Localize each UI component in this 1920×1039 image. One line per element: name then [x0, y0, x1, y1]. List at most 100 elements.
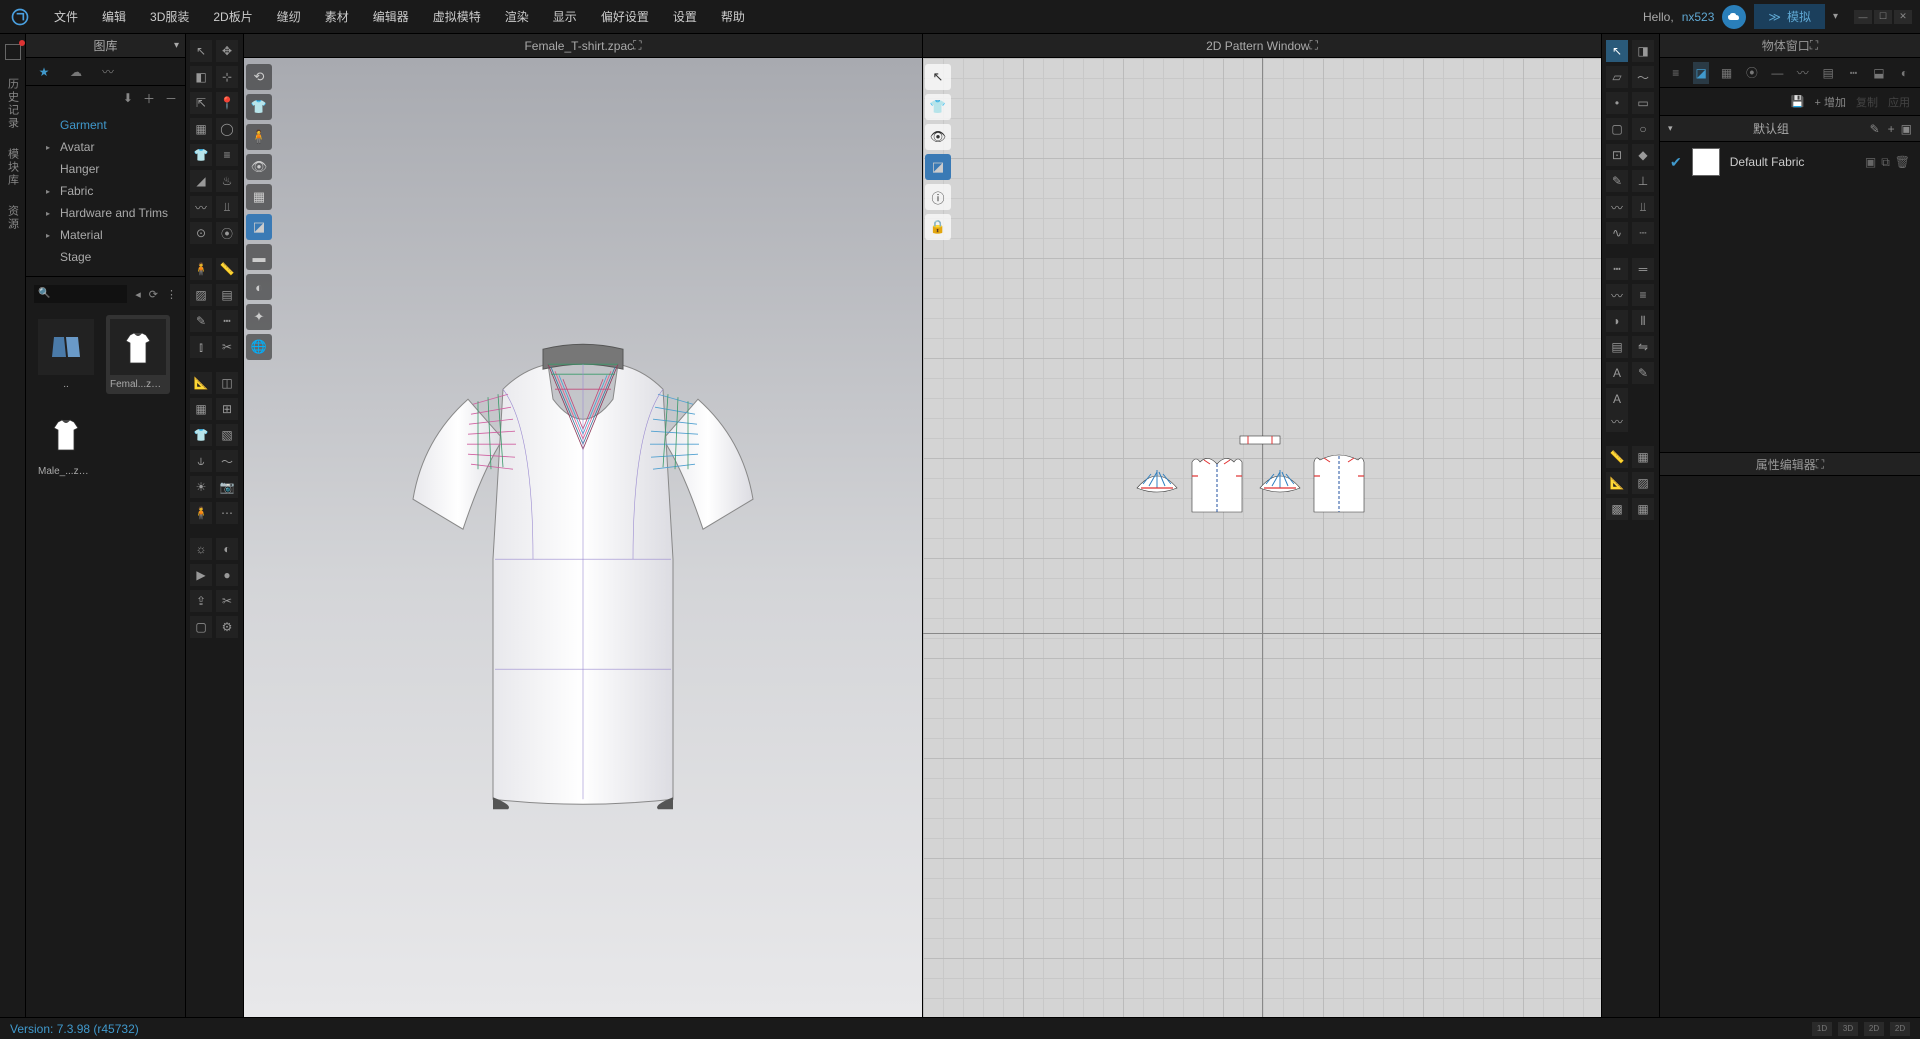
tool2d-text[interactable]: A — [1606, 362, 1628, 384]
tool-wind[interactable]: 〜 — [216, 450, 238, 472]
menu-file[interactable]: 文件 — [44, 4, 88, 29]
tool2d-circle[interactable]: ○ — [1632, 118, 1654, 140]
simulate-dropdown[interactable]: ▾ — [1833, 11, 1838, 22]
menu-sewing[interactable]: 缝纫 — [267, 4, 311, 29]
library-tab-wave[interactable]: 〰 — [98, 62, 118, 82]
vp3d-tool-render-style[interactable]: ◐ — [246, 274, 272, 300]
tool-gizmo[interactable]: ⊹ — [216, 66, 238, 88]
tool-trim[interactable]: ✂ — [216, 336, 238, 358]
menu-settings[interactable]: 设置 — [663, 4, 707, 29]
obj-tab-topstitch[interactable]: ┅ — [1846, 62, 1861, 84]
tool2d-trace[interactable]: ✎ — [1606, 170, 1628, 192]
app-logo[interactable] — [8, 5, 32, 29]
menu-material[interactable]: 素材 — [315, 4, 359, 29]
tool-texture[interactable]: ▨ — [190, 284, 212, 306]
tool-uv[interactable]: ▢ — [190, 616, 212, 638]
tool-pin[interactable]: 📍 — [216, 92, 238, 114]
status-btn-3d[interactable]: 3D — [1838, 1022, 1858, 1036]
vp3d-tool-show[interactable]: 👁 — [246, 154, 272, 180]
check-icon[interactable]: ✔ — [1670, 154, 1682, 171]
tool-more[interactable]: ⋯ — [216, 502, 238, 524]
tool-fold[interactable]: ◢ — [190, 170, 212, 192]
tool2d-pleats[interactable]: ⫴ — [1632, 310, 1654, 332]
tool-button[interactable]: ⦿ — [216, 222, 238, 244]
tool-seam[interactable]: ⫫ — [216, 196, 238, 218]
tool2d-topstitch[interactable]: ┅ — [1606, 258, 1628, 280]
tool-record[interactable]: ● — [216, 564, 238, 586]
obj-tab-stitch[interactable]: — — [1770, 62, 1785, 84]
vp2d-tool-pattern[interactable]: 👕 — [925, 94, 951, 120]
vp3d-tool-hq[interactable]: ✦ — [246, 304, 272, 330]
rail-history[interactable]: 历史记录 — [5, 78, 21, 130]
tool-topstitch[interactable]: ┅ — [216, 310, 238, 332]
tool-light[interactable]: ☀ — [190, 476, 212, 498]
tool2d-rectangle[interactable]: ▢ — [1606, 118, 1628, 140]
tool-grade[interactable]: ⊞ — [216, 398, 238, 420]
tool2d-dart[interactable]: ◆ — [1632, 144, 1654, 166]
menu-render[interactable]: 渲染 — [495, 4, 539, 29]
menu-avatar[interactable]: 虚拟模特 — [423, 4, 491, 29]
vp3d-tool-shade[interactable]: ◪ — [246, 214, 272, 240]
tool2d-symmetry[interactable]: ⇋ — [1632, 336, 1654, 358]
tool-arrange[interactable]: ◧ — [190, 66, 212, 88]
tool-layer[interactable]: ≡ — [216, 144, 238, 166]
tool2d-segment-sew[interactable]: ┄ — [1632, 222, 1654, 244]
tool-sew[interactable]: 〰 — [190, 196, 212, 218]
tool-garment[interactable]: 👕 — [190, 144, 212, 166]
library-back-icon[interactable]: ◂ — [135, 288, 141, 301]
fabric-copy-icon[interactable]: ⧉ — [1881, 155, 1890, 170]
fabric-delete-icon[interactable]: 🗑 — [1895, 155, 1910, 170]
viewport-2d-body[interactable]: ↖ 👕 👁 ◪ ⓘ 🔒 — [923, 58, 1601, 1017]
tree-hardware[interactable]: ▸Hardware and Trims — [26, 202, 185, 224]
tool2d-texture[interactable]: ▩ — [1606, 498, 1628, 520]
group-folder-icon[interactable]: ▣ — [1901, 122, 1912, 136]
tool2d-polygon[interactable]: ▭ — [1632, 92, 1654, 114]
tool-avatar-pose[interactable]: 🧍 — [190, 258, 212, 280]
vp2d-tool-info[interactable]: ⓘ — [925, 184, 951, 210]
tool2d-rule[interactable]: 📐 — [1606, 472, 1628, 494]
library-add-icon[interactable]: ＋ — [143, 90, 155, 107]
vp3d-tool-globe[interactable]: 🌐 — [246, 334, 272, 360]
library-collapse-icon[interactable]: ▾ — [174, 40, 179, 51]
tool-ruler[interactable]: 📐 — [190, 372, 212, 394]
tool-export[interactable]: ⇪ — [190, 590, 212, 612]
tool2d-seamtape[interactable]: ═ — [1632, 258, 1654, 280]
property-panel-maximize-icon[interactable]: ⛶ — [1816, 457, 1824, 472]
tool-steam[interactable]: ♨ — [216, 170, 238, 192]
maximize-button[interactable]: ☐ — [1874, 10, 1892, 24]
tool2d-annotation[interactable]: ✎ — [1632, 362, 1654, 384]
viewport-3d-maximize-icon[interactable]: ⛶ — [633, 38, 641, 53]
tool2d-smocking[interactable]: 〰 — [1606, 410, 1628, 432]
tool-tack[interactable]: ⊙ — [190, 222, 212, 244]
tool-tape[interactable]: ◫ — [216, 372, 238, 394]
tool-mannequin[interactable]: 🧍 — [190, 502, 212, 524]
tool-measure[interactable]: 📏 — [216, 258, 238, 280]
obj-tab-fabric[interactable]: ◪ — [1693, 62, 1708, 84]
tool2d-select[interactable]: ↖ — [1606, 40, 1628, 62]
tool2d-edit-curve[interactable]: 〜 — [1632, 66, 1654, 88]
library-tab-cloud[interactable]: ☁ — [66, 62, 86, 82]
vp3d-tool-garment[interactable]: 👕 — [246, 94, 272, 120]
tool2d-transform[interactable]: ◨ — [1632, 40, 1654, 62]
group-add-icon[interactable]: + — [1888, 122, 1895, 136]
obj-tab-more[interactable]: ⬓ — [1871, 62, 1886, 84]
tool2d-measure[interactable]: 📏 — [1606, 446, 1628, 468]
tool-fit[interactable]: 👕 — [190, 424, 212, 446]
vp2d-tool-show[interactable]: 👁 — [925, 124, 951, 150]
menu-2d-pattern[interactable]: 2D板片 — [203, 4, 262, 29]
tree-material[interactable]: ▸Material — [26, 224, 185, 246]
library-refresh-icon[interactable]: ⟳ — [149, 288, 158, 301]
tree-hanger[interactable]: Hanger — [26, 158, 185, 180]
tool2d-fill[interactable]: ▦ — [1632, 498, 1654, 520]
library-tab-favorite[interactable]: ★ — [34, 62, 54, 82]
group-caret-icon[interactable]: ▾ — [1668, 123, 1673, 134]
tool-camera[interactable]: 📷 — [216, 476, 238, 498]
tree-stage[interactable]: Stage — [26, 246, 185, 268]
tool2d-marker[interactable]: ▨ — [1632, 472, 1654, 494]
tool-stress[interactable]: ▧ — [216, 424, 238, 446]
tool-chart[interactable]: ▦ — [190, 398, 212, 420]
tool-lasso[interactable]: ◯ — [216, 118, 238, 140]
obj-op-add[interactable]: 增加 — [1815, 94, 1846, 110]
status-btn-1d[interactable]: 1D — [1812, 1022, 1832, 1036]
vp3d-tool-avatar[interactable]: 🧍 — [246, 124, 272, 150]
